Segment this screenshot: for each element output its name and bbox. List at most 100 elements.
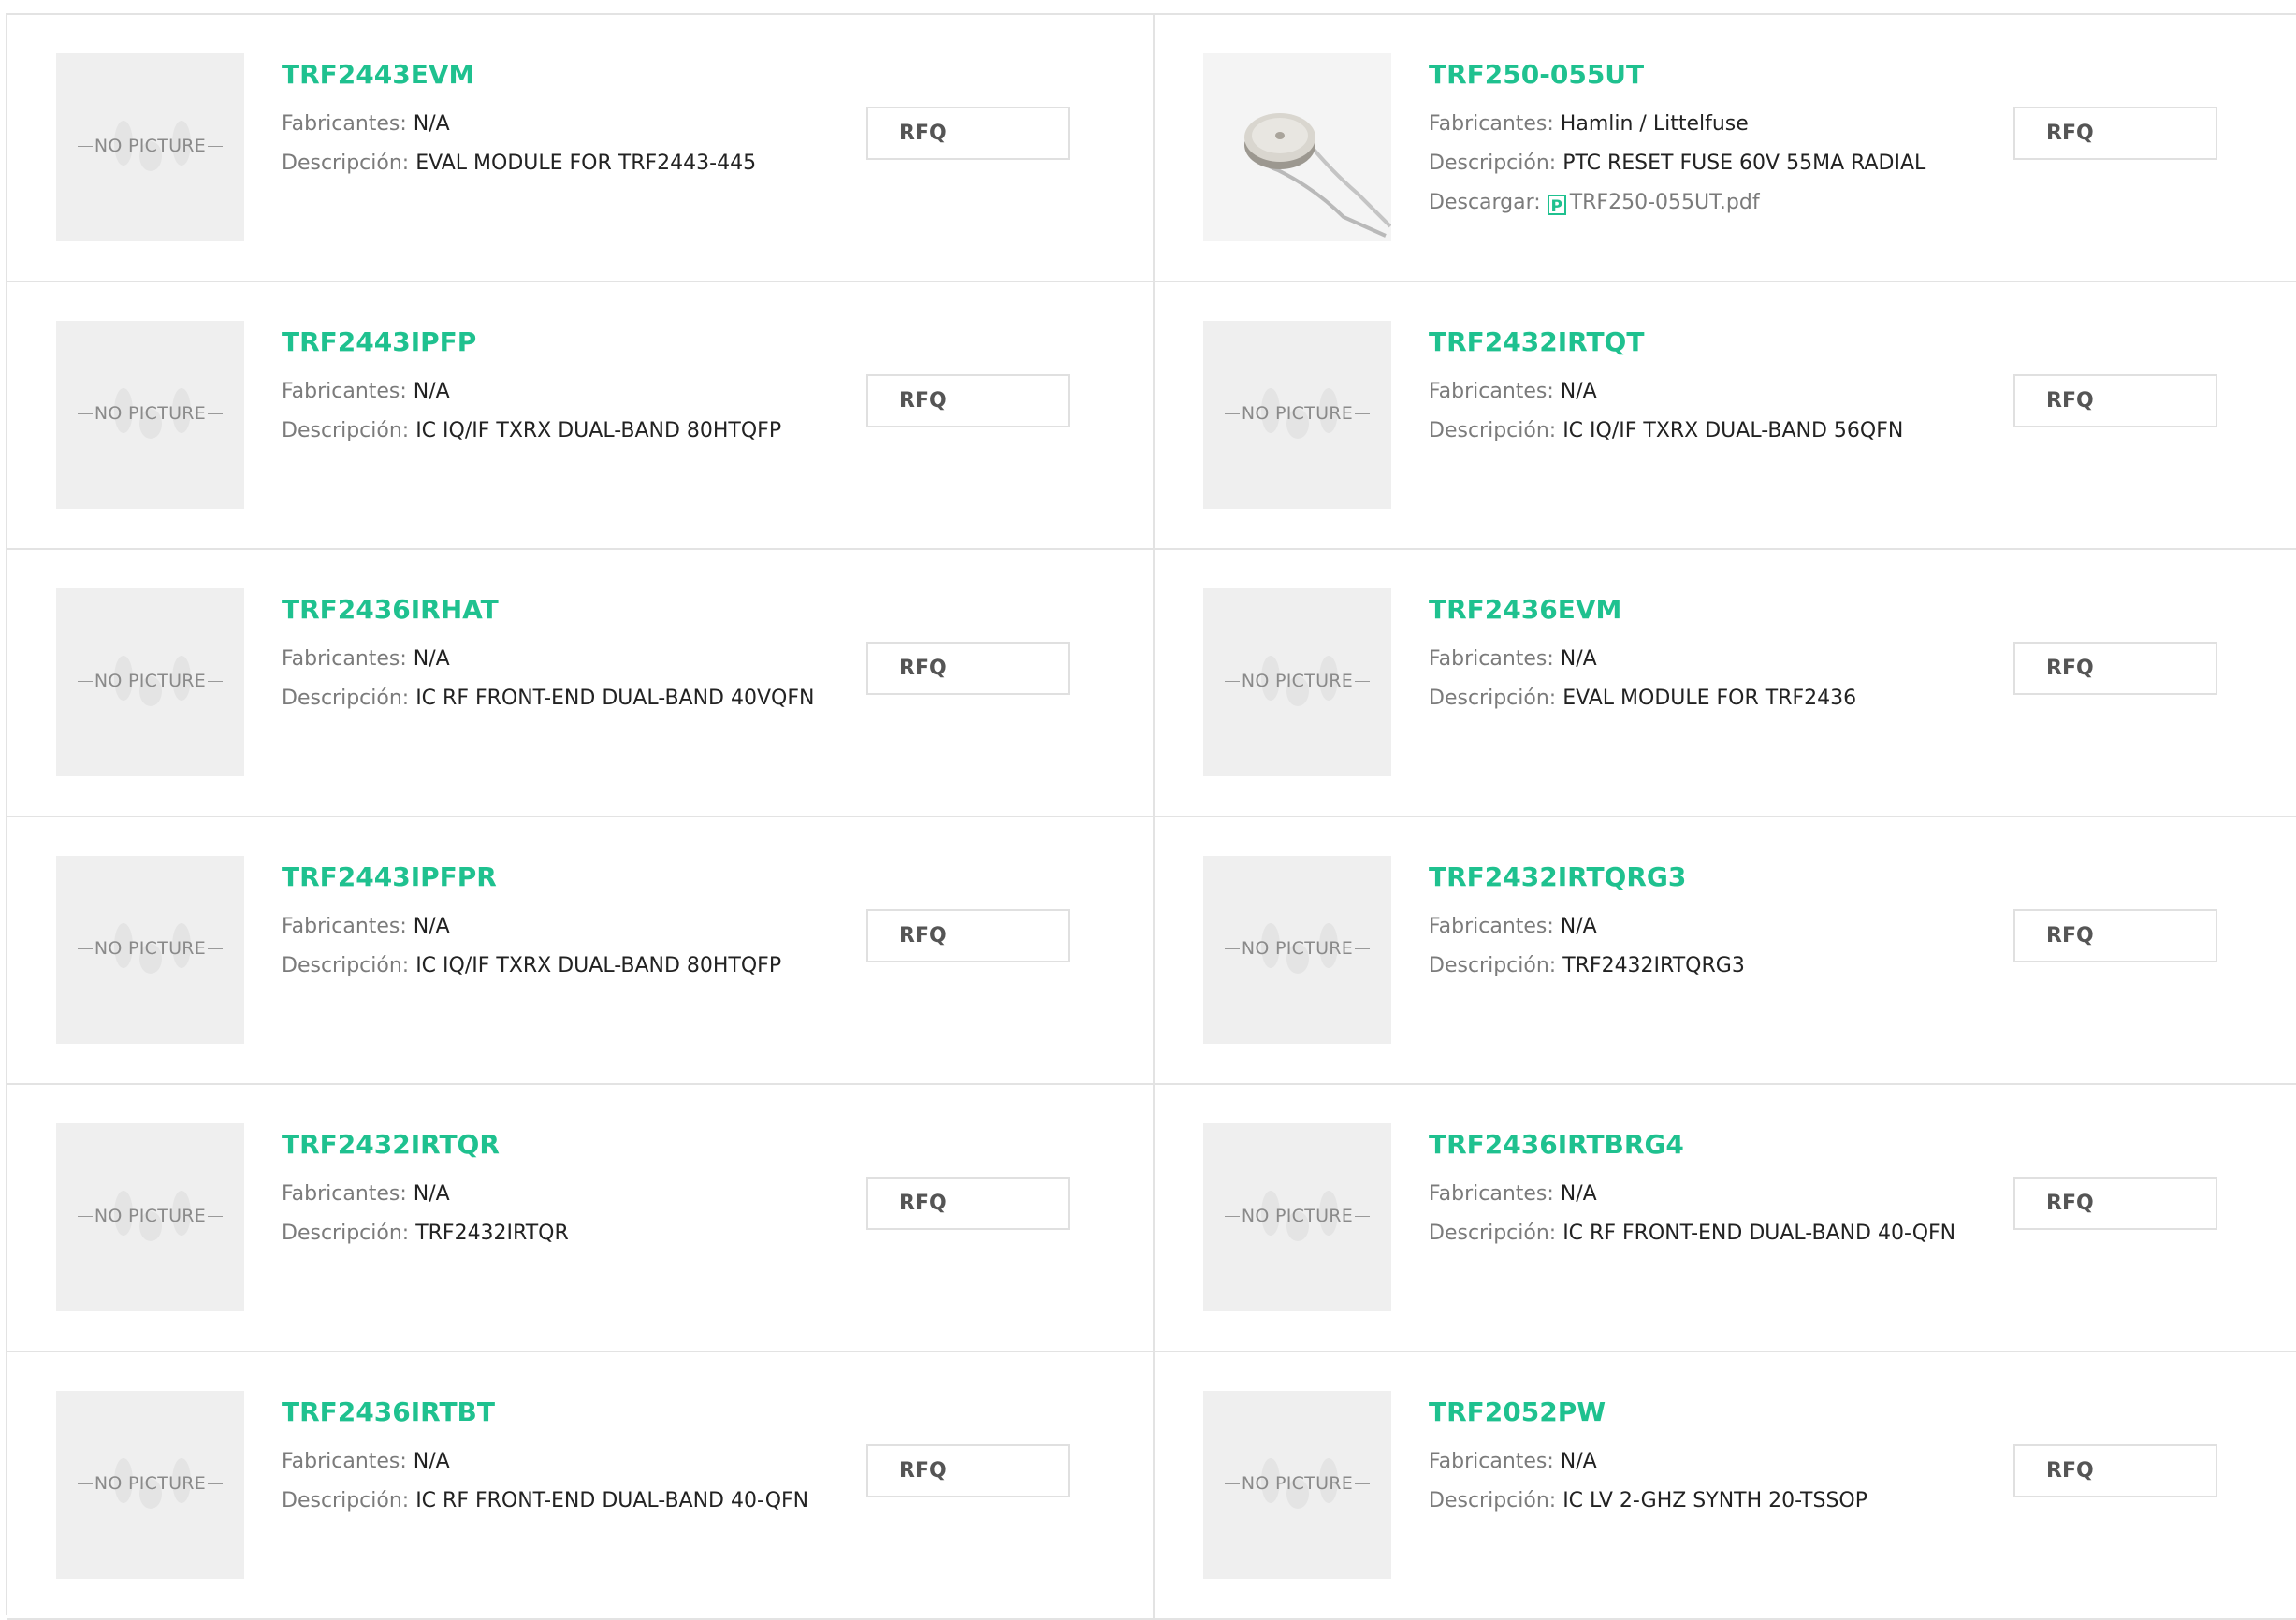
manufacturer-label: Fabricantes: bbox=[282, 647, 407, 671]
description-value: IC RF FRONT-END DUAL-BAND 40-QFN bbox=[415, 1489, 809, 1512]
rfq-button[interactable]: RFQ bbox=[2013, 909, 2217, 962]
no-picture-label: NO PICTURE bbox=[1203, 1473, 1391, 1494]
datasheet-link[interactable]: TRF250-055UT.pdf bbox=[1570, 191, 1760, 214]
manufacturer-row: Fabricantes: N/A bbox=[1429, 1442, 1953, 1482]
manufacturer-row: Fabricantes: N/A bbox=[282, 372, 806, 412]
rfq-button[interactable]: RFQ bbox=[2013, 1177, 2217, 1230]
product-card: NO PICTURE TRF2432IRTQRG3 Fabricantes: N… bbox=[1155, 817, 2296, 1085]
rfq-button[interactable]: RFQ bbox=[866, 374, 1070, 427]
no-picture-label: NO PICTURE bbox=[56, 136, 244, 156]
description-label: Descripción: bbox=[282, 954, 410, 977]
description-value: EVAL MODULE FOR TRF2436 bbox=[1562, 687, 1857, 710]
product-card: NO PICTURE TRF2443IPFP Fabricantes: N/A … bbox=[7, 282, 1155, 550]
description-label: Descripción: bbox=[1429, 1489, 1557, 1512]
manufacturer-label: Fabricantes: bbox=[282, 915, 407, 938]
rfq-button[interactable]: RFQ bbox=[866, 909, 1070, 962]
part-number-link[interactable]: TRF2443EVM bbox=[282, 58, 806, 92]
part-number-link[interactable]: TRF2436EVM bbox=[1429, 593, 1953, 627]
no-picture-placeholder: NO PICTURE bbox=[1203, 321, 1391, 509]
part-number-link[interactable]: TRF2432IRTQR bbox=[282, 1128, 806, 1162]
part-number-link[interactable]: TRF2443IPFP bbox=[282, 325, 806, 359]
manufacturer-value: Hamlin / Littelfuse bbox=[1560, 112, 1749, 136]
manufacturer-value: N/A bbox=[1560, 1450, 1597, 1473]
description-row: Descripción: IC RF FRONT-END DUAL-BAND 4… bbox=[282, 1482, 809, 1521]
description-label: Descripción: bbox=[1429, 419, 1557, 442]
no-picture-label: NO PICTURE bbox=[1203, 671, 1391, 691]
part-number-link[interactable]: TRF2432IRTQT bbox=[1429, 325, 1953, 359]
part-number-link[interactable]: TRF2436IRHAT bbox=[282, 593, 806, 627]
description-row: Descripción: IC IQ/IF TXRX DUAL-BAND 56Q… bbox=[1429, 412, 1953, 451]
product-card: TRF250-055UT Fabricantes: Hamlin / Litte… bbox=[1155, 15, 2296, 282]
no-picture-label: NO PICTURE bbox=[56, 1473, 244, 1494]
description-row: Descripción: IC IQ/IF TXRX DUAL-BAND 80H… bbox=[282, 412, 806, 451]
manufacturer-value: N/A bbox=[1560, 380, 1597, 403]
no-picture-placeholder: NO PICTURE bbox=[1203, 1391, 1391, 1579]
manufacturer-row: Fabricantes: N/A bbox=[282, 1442, 806, 1482]
manufacturer-value: N/A bbox=[413, 380, 450, 403]
no-picture-placeholder: NO PICTURE bbox=[56, 1123, 244, 1311]
description-label: Descripción: bbox=[1429, 687, 1557, 710]
manufacturer-value: N/A bbox=[413, 647, 450, 671]
part-number-link[interactable]: TRF2432IRTQRG3 bbox=[1429, 861, 1953, 894]
description-label: Descripción: bbox=[282, 687, 410, 710]
product-grid: NO PICTURE TRF2443EVM Fabricantes: N/A D… bbox=[6, 13, 2296, 1620]
no-picture-placeholder: NO PICTURE bbox=[1203, 588, 1391, 776]
part-number-link[interactable]: TRF2436IRTBT bbox=[282, 1396, 806, 1429]
no-picture-label: NO PICTURE bbox=[56, 938, 244, 959]
product-photo bbox=[1203, 53, 1391, 241]
description-row: Descripción: IC LV 2-GHZ SYNTH 20-TSSOP bbox=[1429, 1482, 1953, 1521]
rfq-button[interactable]: RFQ bbox=[2013, 1444, 2217, 1497]
description-value: IC RF FRONT-END DUAL-BAND 40VQFN bbox=[415, 687, 815, 710]
manufacturer-row: Fabricantes: N/A bbox=[282, 907, 806, 947]
no-picture-label: NO PICTURE bbox=[56, 403, 244, 424]
description-value: IC RF FRONT-END DUAL-BAND 40-QFN bbox=[1562, 1222, 1956, 1245]
description-value: IC IQ/IF TXRX DUAL-BAND 80HTQFP bbox=[415, 954, 782, 977]
no-picture-placeholder: NO PICTURE bbox=[56, 321, 244, 509]
manufacturer-label: Fabricantes: bbox=[282, 380, 407, 403]
no-picture-placeholder: NO PICTURE bbox=[56, 588, 244, 776]
manufacturer-value: N/A bbox=[1560, 1182, 1597, 1206]
description-label: Descripción: bbox=[1429, 152, 1557, 175]
no-picture-label: NO PICTURE bbox=[56, 1206, 244, 1226]
download-label: Descargar: bbox=[1429, 191, 1541, 214]
manufacturer-label: Fabricantes: bbox=[282, 1182, 407, 1206]
rfq-button[interactable]: RFQ bbox=[866, 642, 1070, 695]
product-card: NO PICTURE TRF2436IRTBRG4 Fabricantes: N… bbox=[1155, 1085, 2296, 1352]
description-label: Descripción: bbox=[1429, 954, 1557, 977]
manufacturer-value: N/A bbox=[413, 1450, 450, 1473]
rfq-button[interactable]: RFQ bbox=[2013, 642, 2217, 695]
manufacturer-value: N/A bbox=[413, 112, 450, 136]
rfq-button[interactable]: RFQ bbox=[2013, 107, 2217, 160]
description-value: IC IQ/IF TXRX DUAL-BAND 56QFN bbox=[1562, 419, 1904, 442]
description-row: Descripción: TRF2432IRTQRG3 bbox=[1429, 947, 1953, 986]
product-card: NO PICTURE TRF2052PW Fabricantes: N/A De… bbox=[1155, 1352, 2296, 1620]
manufacturer-value: N/A bbox=[413, 1182, 450, 1206]
no-picture-placeholder: NO PICTURE bbox=[56, 53, 244, 241]
manufacturer-label: Fabricantes: bbox=[1429, 647, 1554, 671]
description-value: TRF2432IRTQRG3 bbox=[1562, 954, 1745, 977]
no-picture-placeholder: NO PICTURE bbox=[56, 1391, 244, 1579]
no-picture-placeholder: NO PICTURE bbox=[1203, 856, 1391, 1044]
manufacturer-row: Fabricantes: N/A bbox=[282, 105, 806, 144]
rfq-button[interactable]: RFQ bbox=[866, 107, 1070, 160]
part-number-link[interactable]: TRF2052PW bbox=[1429, 1396, 1953, 1429]
description-label: Descripción: bbox=[282, 1222, 410, 1245]
rfq-button[interactable]: RFQ bbox=[866, 1444, 1070, 1497]
part-number-link[interactable]: TRF250-055UT bbox=[1429, 58, 1953, 92]
description-value: EVAL MODULE FOR TRF2443-445 bbox=[415, 152, 757, 175]
manufacturer-label: Fabricantes: bbox=[282, 1450, 407, 1473]
fuse-photo bbox=[1203, 53, 1391, 241]
product-card: NO PICTURE TRF2436IRTBT Fabricantes: N/A… bbox=[7, 1352, 1155, 1620]
manufacturer-label: Fabricantes: bbox=[1429, 915, 1554, 938]
rfq-button[interactable]: RFQ bbox=[2013, 374, 2217, 427]
no-picture-label: NO PICTURE bbox=[1203, 1206, 1391, 1226]
description-value: PTC RESET FUSE 60V 55MA RADIAL bbox=[1562, 152, 1926, 175]
manufacturer-row: Fabricantes: N/A bbox=[1429, 640, 1953, 679]
rfq-button[interactable]: RFQ bbox=[866, 1177, 1070, 1230]
description-label: Descripción: bbox=[282, 419, 410, 442]
part-number-link[interactable]: TRF2436IRTBRG4 bbox=[1429, 1128, 1953, 1162]
part-number-link[interactable]: TRF2443IPFPR bbox=[282, 861, 806, 894]
no-picture-label: NO PICTURE bbox=[1203, 403, 1391, 424]
pdf-icon: P bbox=[1547, 195, 1566, 216]
description-row: Descripción: TRF2432IRTQR bbox=[282, 1214, 806, 1253]
